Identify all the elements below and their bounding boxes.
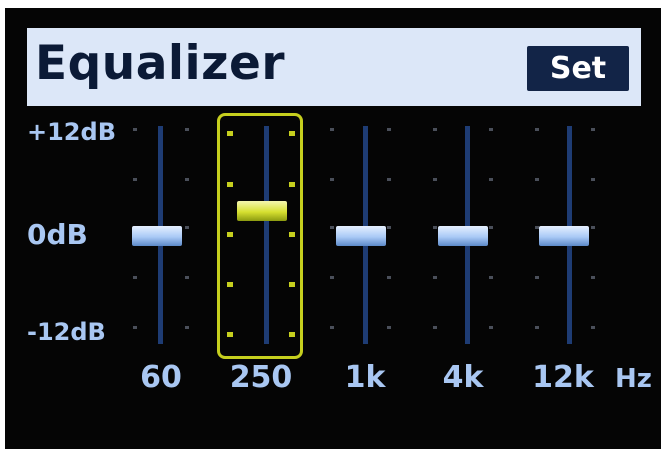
frame-dot (289, 282, 295, 287)
grid-dot (489, 276, 493, 279)
grid-dot (535, 276, 539, 279)
frame-dot (289, 131, 295, 136)
grid-dot (330, 178, 334, 181)
band-label-4k: 4k (442, 360, 484, 395)
grid-dot (591, 326, 595, 329)
grid-dot (489, 326, 493, 329)
grid-dot (185, 226, 189, 229)
scale-max-label: +12dB (27, 118, 116, 146)
grid-dot (433, 276, 437, 279)
grid-dot (387, 276, 391, 279)
grid-dot (133, 276, 137, 279)
header-bar: Equalizer Set (27, 28, 641, 106)
grid-dot (330, 226, 334, 229)
band-slider-4k[interactable] (438, 226, 488, 246)
band-slider-1k[interactable] (336, 226, 386, 246)
frame-dot (227, 232, 233, 237)
grid-dot (387, 178, 391, 181)
grid-dot (185, 178, 189, 181)
band-label-12k: 12k (532, 360, 594, 395)
grid-dot (133, 178, 137, 181)
grid-dot (535, 128, 539, 131)
equalizer-screen: Equalizer Set +12dB 0dB -12dB 60 250 1k … (5, 8, 661, 449)
grid-dot (433, 178, 437, 181)
grid-dot (133, 128, 137, 131)
set-button[interactable]: Set (527, 46, 629, 91)
frame-dot (289, 332, 295, 337)
grid-dot (489, 178, 493, 181)
grid-dot (433, 326, 437, 329)
frame-dot (227, 131, 233, 136)
grid-dot (387, 226, 391, 229)
frame-dot (289, 232, 295, 237)
band-slider-12k[interactable] (539, 226, 589, 246)
band-slider-60[interactable] (132, 226, 182, 246)
band-label-250: 250 (229, 360, 293, 395)
grid-dot (535, 326, 539, 329)
grid-dot (591, 226, 595, 229)
grid-dot (433, 226, 437, 229)
frame-dot (227, 182, 233, 187)
selected-band-frame (217, 113, 303, 359)
grid-dot (133, 326, 137, 329)
grid-dot (489, 128, 493, 131)
grid-dot (433, 128, 437, 131)
frame-dot (227, 332, 233, 337)
grid-dot (591, 276, 595, 279)
band-label-1k: 1k (344, 360, 386, 395)
scale-zero-label: 0dB (27, 218, 88, 251)
grid-dot (489, 226, 493, 229)
grid-dot (535, 178, 539, 181)
grid-dot (330, 326, 334, 329)
band-track-250 (264, 126, 269, 344)
grid-dot (591, 178, 595, 181)
band-label-60: 60 (140, 360, 182, 395)
scale-min-label: -12dB (27, 318, 106, 346)
grid-dot (185, 326, 189, 329)
frame-dot (227, 282, 233, 287)
grid-dot (387, 326, 391, 329)
grid-dot (387, 128, 391, 131)
grid-dot (591, 128, 595, 131)
grid-dot (330, 276, 334, 279)
grid-dot (185, 276, 189, 279)
grid-dot (185, 128, 189, 131)
page-title: Equalizer (35, 36, 286, 91)
grid-dot (330, 128, 334, 131)
unit-label: Hz (615, 364, 652, 394)
band-slider-250[interactable] (237, 201, 287, 221)
frame-dot (289, 182, 295, 187)
